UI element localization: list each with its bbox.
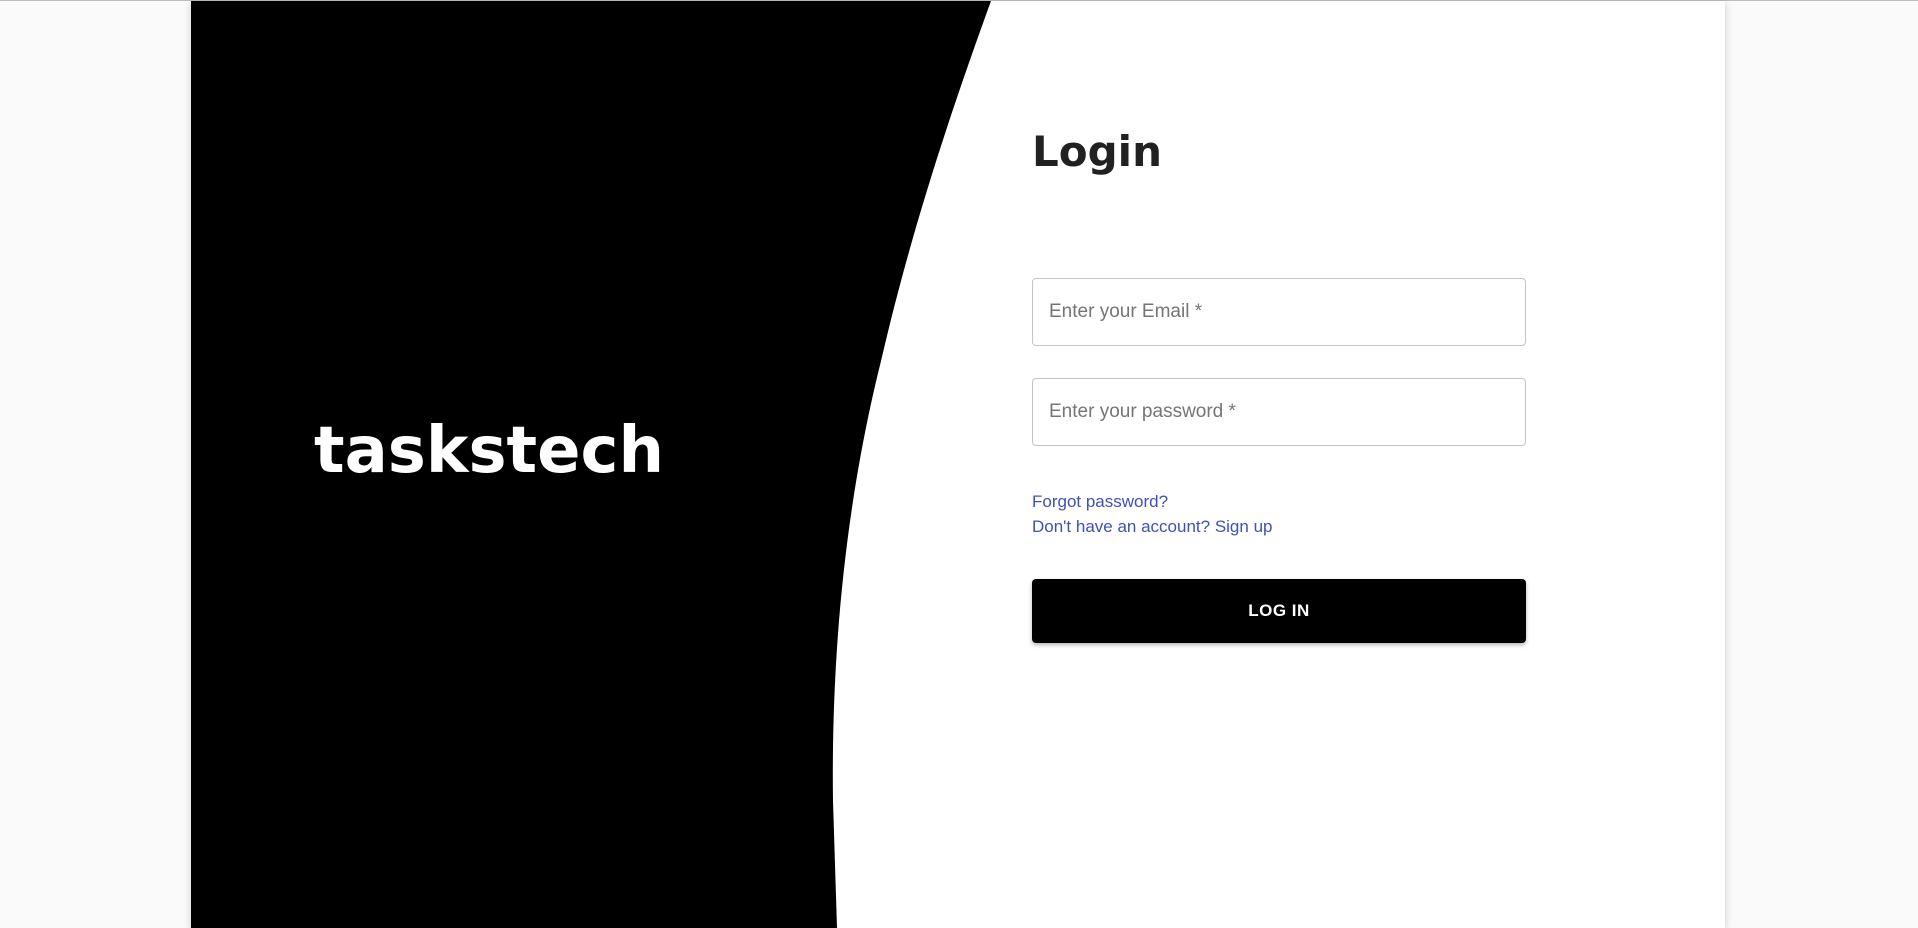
password-input[interactable] [1033, 379, 1525, 445]
page-title: Login [1032, 127, 1162, 176]
signup-link[interactable]: Don't have an account? Sign up [1032, 518, 1272, 535]
login-button[interactable]: LOG IN [1032, 579, 1526, 643]
brand-panel: taskstech [191, 1, 1725, 928]
login-card: taskstech Login Forgot password? Don't h… [191, 1, 1725, 928]
email-input[interactable] [1033, 279, 1525, 345]
password-field[interactable] [1032, 378, 1526, 446]
brand-logo: taskstech [314, 414, 665, 488]
email-field[interactable] [1032, 278, 1526, 346]
forgot-password-link[interactable]: Forgot password? [1032, 493, 1168, 510]
